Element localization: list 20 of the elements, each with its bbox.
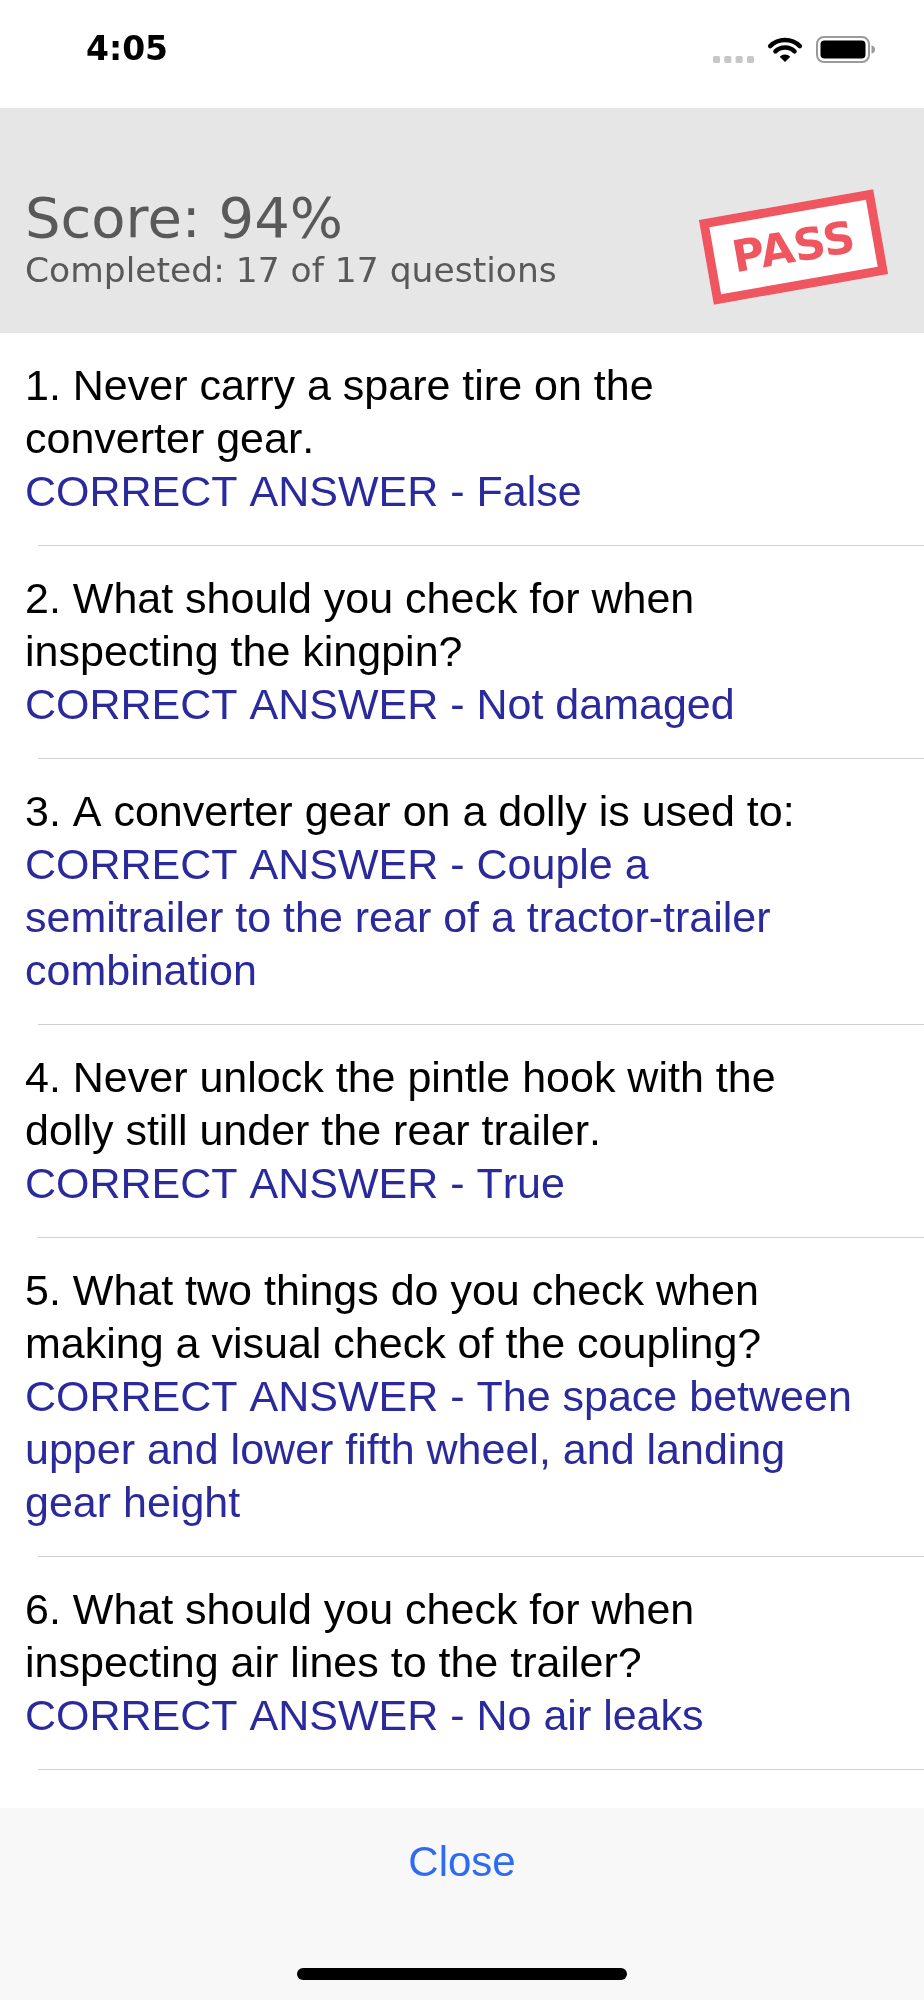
close-button[interactable]: Close <box>402 1837 522 1887</box>
answer-text: CORRECT ANSWER - Not damaged <box>25 679 735 730</box>
battery-icon <box>816 35 876 63</box>
question-text: 4. Never unlock the pintle hook with the dolly still under the rear trailer. <box>25 1052 777 1156</box>
question-text: 2. What should you check for when inspecting the kingpin? <box>25 573 696 677</box>
answer-text: CORRECT ANSWER - True <box>25 1158 565 1209</box>
question-text: 6. What should you check for when inspecting air lines to the trailer? <box>25 1584 696 1688</box>
question-text: 1. Never carry a spare tire on the converter gear. <box>25 360 655 464</box>
status-time: 4:05 <box>86 31 169 67</box>
answer-text: CORRECT ANSWER - The space between upper and lower fifth wheel, and landing gear height <box>25 1371 853 1528</box>
result-stamp: PASS <box>698 189 889 305</box>
completed-count: Completed: 17 of 17 questions <box>25 249 557 292</box>
question-text: 5. What two things do you check when making a visual check of the coupling? <box>25 1265 763 1369</box>
answer-text: CORRECT ANSWER - No air leaks <box>25 1690 704 1741</box>
signal-icon <box>713 55 754 63</box>
wifi-icon <box>766 35 804 63</box>
answer-text: CORRECT ANSWER - Couple a semitrailer to the rear of a tractor-trailer combination <box>25 839 772 996</box>
question-text: 3. A converter gear on a dolly is used to: <box>25 786 795 837</box>
answer-text: CORRECT ANSWER - False <box>25 466 582 517</box>
score-title: Score: 94% <box>25 188 343 248</box>
